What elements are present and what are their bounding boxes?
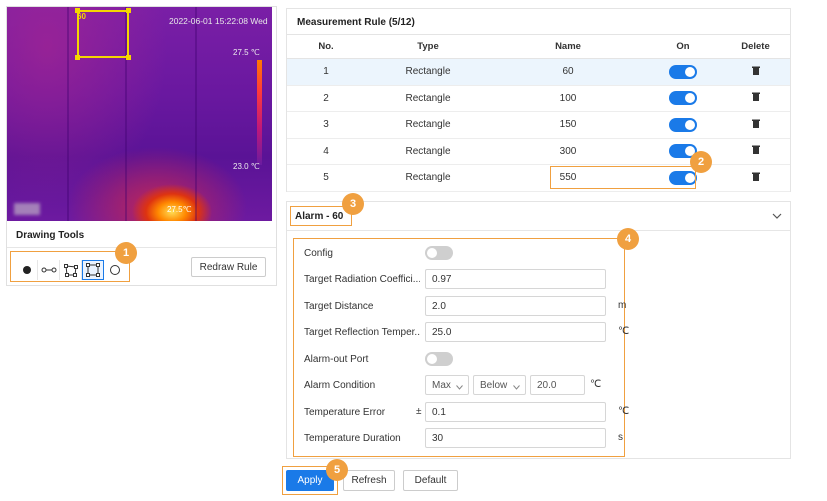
callout-badge: 4: [617, 228, 639, 250]
chevron-down-icon[interactable]: [772, 212, 782, 223]
delete-icon[interactable]: [751, 172, 760, 184]
delete-icon[interactable]: [751, 66, 760, 78]
duration-unit: s: [618, 432, 623, 443]
alarm-out-toggle[interactable]: [425, 352, 453, 366]
target-reflection-label: Target Reflection Temper...: [304, 326, 420, 338]
rule-no: 5: [287, 164, 365, 192]
column-header-name: Name: [491, 34, 645, 59]
divider: [7, 247, 276, 248]
redraw-rule-button[interactable]: Redraw Rule: [191, 257, 266, 277]
chevron-down-icon: [456, 382, 463, 393]
rule-type: Rectangle: [365, 111, 491, 139]
blurred-overlay-text: [14, 203, 40, 215]
rule-name: 150: [491, 111, 645, 139]
spot-temperature: 27.5℃: [167, 205, 192, 214]
thermal-image[interactable]: 60 2022-06-01 15:22:08 Wed 27.5 ℃ 23.0 ℃…: [7, 7, 272, 221]
rule-type: Rectangle: [365, 138, 491, 165]
rule-rectangle-label: 60: [77, 12, 86, 21]
video-timestamp: 2022-06-01 15:22:08 Wed: [169, 16, 268, 26]
rule-no: 1: [287, 58, 365, 86]
condition-compare-select[interactable]: Below: [473, 375, 526, 395]
callout-highlight-tools: [10, 251, 130, 282]
condition-compare-value: Below: [480, 380, 508, 391]
image-artifact-line: [195, 7, 197, 221]
temp-error-unit: ℃: [618, 406, 630, 417]
plus-minus-sign: ±: [416, 406, 422, 417]
rule-no: 2: [287, 85, 365, 112]
measurement-rule-title: Measurement Rule (5/12): [297, 17, 415, 28]
temp-duration-input[interactable]: 30: [425, 428, 606, 448]
scale-max-temp: 27.5 ℃: [233, 48, 260, 57]
live-view-panel: 60 2022-06-01 15:22:08 Wed 27.5 ℃ 23.0 ℃…: [6, 6, 277, 286]
callout-highlight-row: [550, 166, 696, 189]
temp-duration-label: Temperature Duration: [304, 432, 401, 444]
reflection-unit: ℃: [618, 326, 630, 337]
measurement-rule-panel: Measurement Rule (5/12) No. Type Name On…: [286, 8, 791, 192]
distance-unit: m: [618, 300, 627, 311]
temperature-scale-bar: [257, 60, 262, 165]
alarm-title: Alarm - 60: [295, 211, 344, 222]
callout-badge: 2: [690, 151, 712, 173]
condition-value-input[interactable]: 20.0: [530, 375, 585, 395]
table-row[interactable]: 5 Rectangle 550: [287, 164, 790, 192]
rule-no: 3: [287, 111, 365, 139]
callout-badge: 3: [342, 193, 364, 215]
alarm-condition-label: Alarm Condition: [304, 379, 376, 391]
rule-name: 100: [491, 85, 645, 112]
column-header-type: Type: [365, 34, 491, 59]
image-artifact-line: [67, 7, 69, 221]
alarm-config-form: Config Target Radiation Coeffici... 0.97…: [293, 238, 629, 457]
table-row[interactable]: 4 Rectangle 300: [287, 138, 790, 165]
target-reflection-input[interactable]: 25.0: [425, 322, 606, 342]
table-row[interactable]: 2 Rectangle 100: [287, 85, 790, 112]
rule-type: Rectangle: [365, 58, 491, 86]
rule-no: 4: [287, 138, 365, 165]
chevron-down-icon: [513, 382, 520, 393]
rule-on-toggle[interactable]: [669, 64, 697, 79]
column-header-no: No.: [287, 34, 365, 59]
table-row[interactable]: 3 Rectangle 150: [287, 111, 790, 139]
alarm-out-label: Alarm-out Port: [304, 353, 369, 365]
target-radiation-label: Target Radiation Coeffici...: [304, 273, 420, 285]
column-header-delete: Delete: [721, 34, 790, 59]
condition-mode-select[interactable]: Max: [425, 375, 469, 395]
table-row[interactable]: 1 Rectangle 60: [287, 58, 790, 86]
target-radiation-input[interactable]: 0.97: [425, 269, 606, 289]
target-distance-label: Target Distance: [304, 300, 374, 312]
rule-name: 60: [491, 58, 645, 86]
refresh-button[interactable]: Refresh: [343, 470, 395, 491]
rule-type: Rectangle: [365, 85, 491, 112]
callout-badge: 5: [326, 459, 348, 481]
rule-type: Rectangle: [365, 164, 491, 192]
column-header-on: On: [645, 34, 721, 59]
condition-mode-value: Max: [432, 380, 451, 391]
callout-badge: 1: [115, 242, 137, 264]
alarm-panel: Alarm - 60 Config Target Radiation Coeff…: [286, 201, 791, 459]
delete-icon[interactable]: [751, 92, 760, 104]
config-label: Config: [304, 247, 333, 259]
temp-error-input[interactable]: 0.1: [425, 402, 606, 422]
delete-icon[interactable]: [751, 145, 760, 157]
divider: [287, 230, 790, 231]
rule-name: 300: [491, 138, 645, 165]
measurement-rule-table: No. Type Name On Delete 1 Rectangle 60 2…: [287, 34, 790, 192]
condition-unit: ℃: [590, 379, 602, 390]
rule-on-toggle[interactable]: [669, 91, 697, 106]
default-button[interactable]: Default: [403, 470, 458, 491]
scale-min-temp: 23.0 ℃: [233, 162, 260, 171]
rule-on-toggle[interactable]: [669, 117, 697, 132]
config-toggle[interactable]: [425, 246, 453, 260]
target-distance-input[interactable]: 2.0: [425, 296, 606, 316]
temp-error-label: Temperature Error: [304, 406, 386, 418]
delete-icon[interactable]: [751, 119, 760, 131]
drawing-tools-title: Drawing Tools: [16, 230, 85, 241]
